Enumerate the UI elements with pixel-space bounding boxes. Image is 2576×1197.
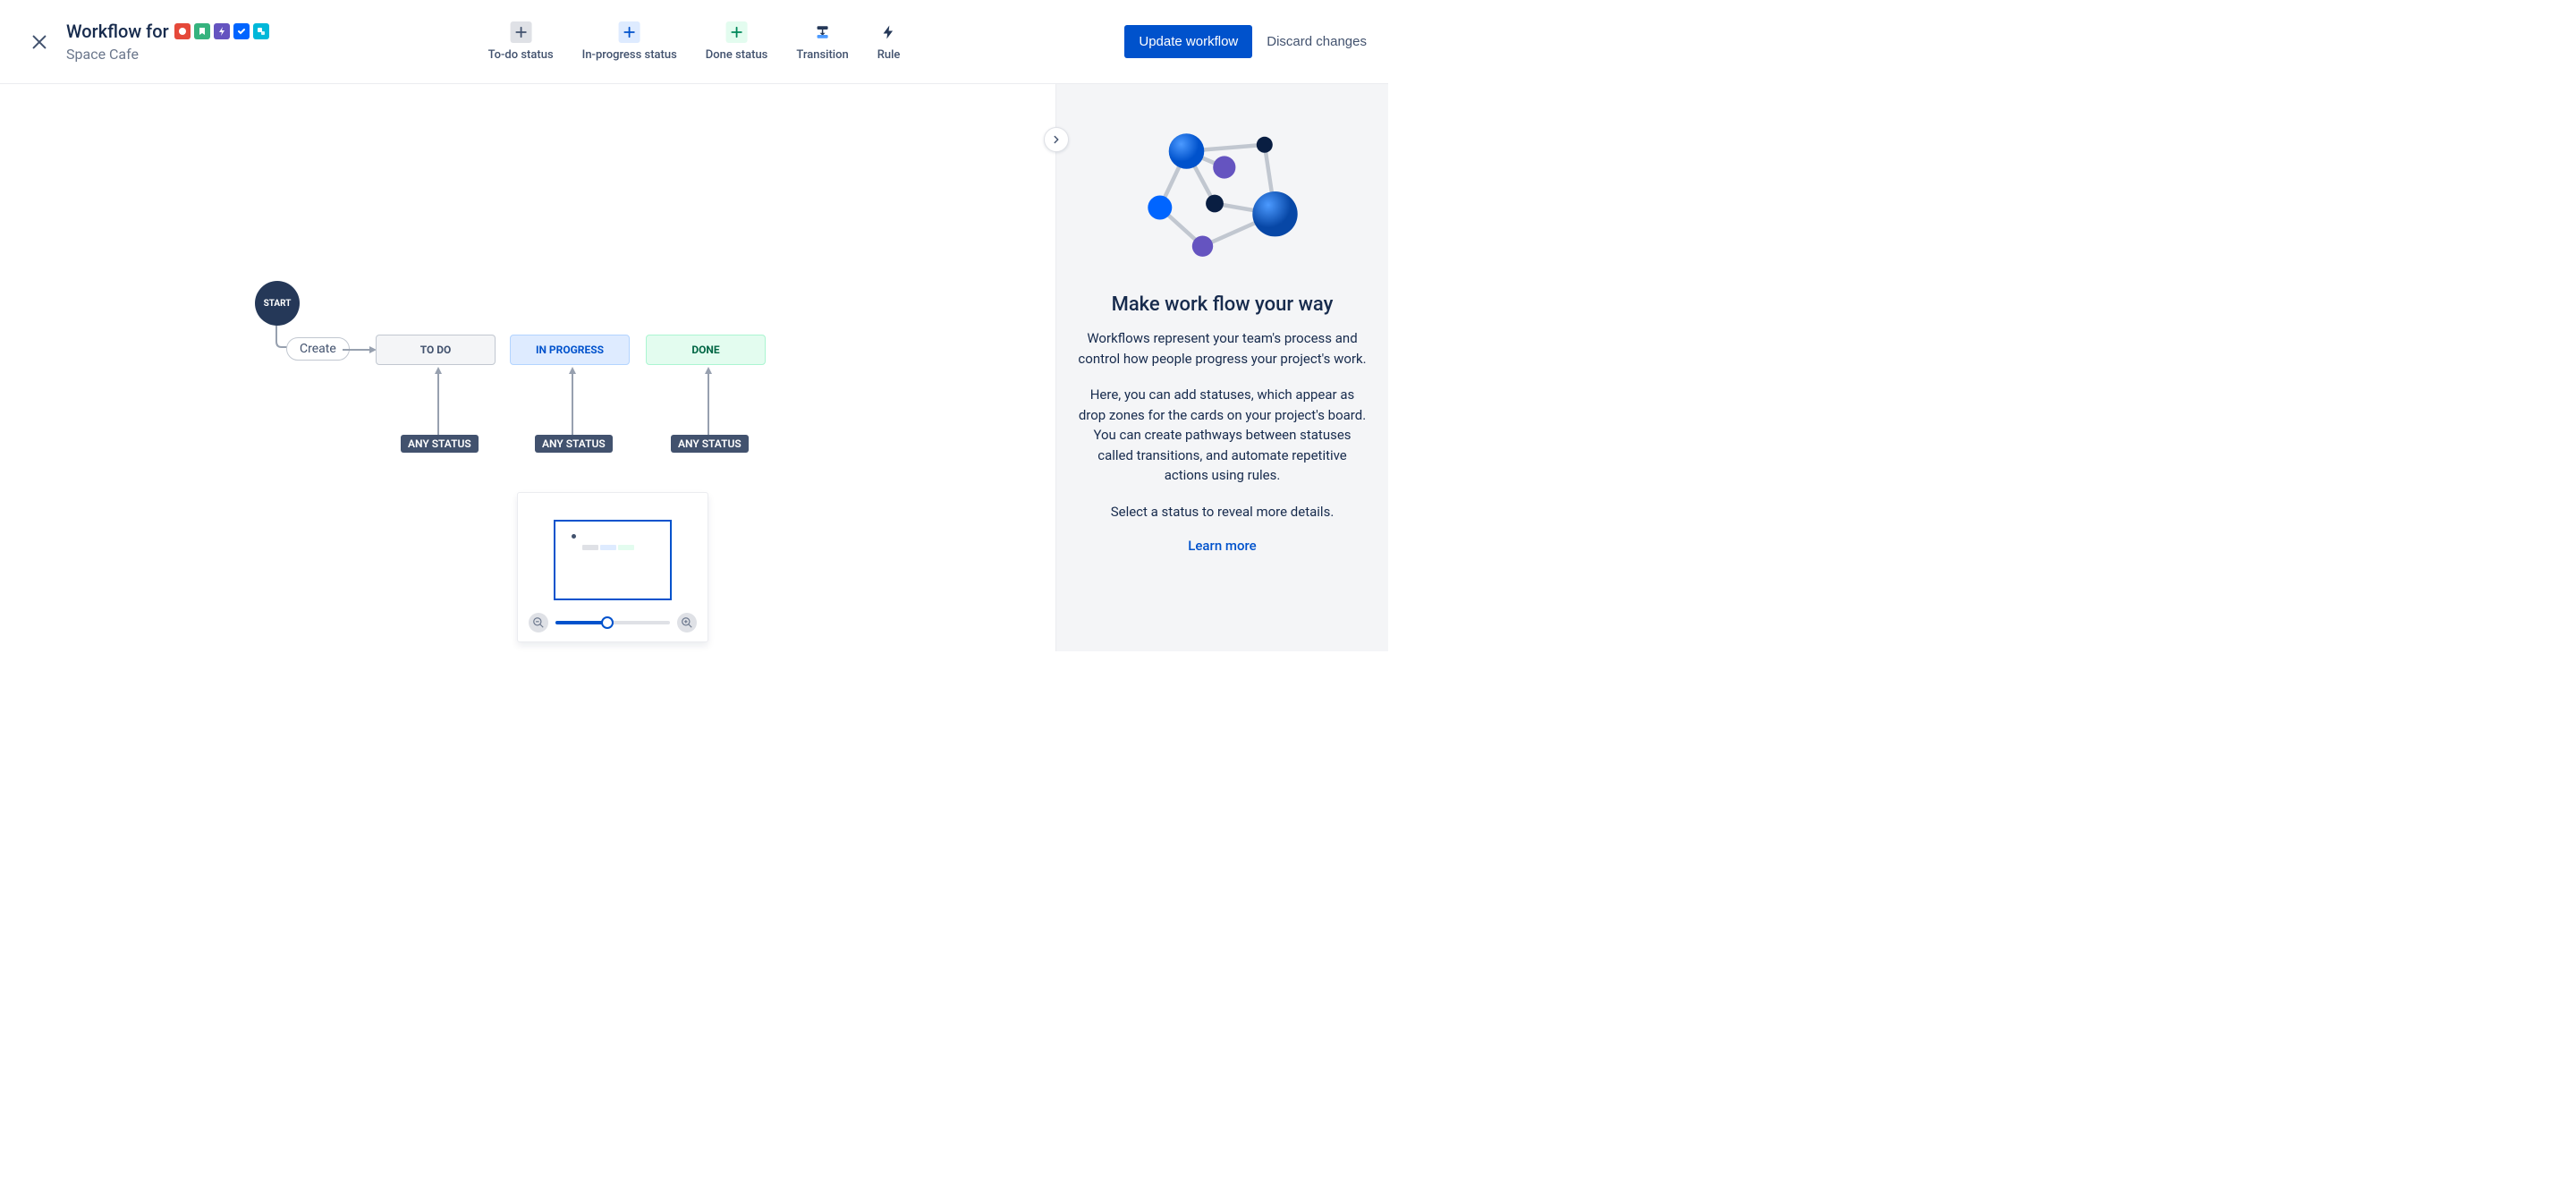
create-to-todo-arrow — [343, 345, 378, 354]
collapse-panel-button[interactable] — [1044, 127, 1069, 152]
minimap-viewport[interactable] — [554, 520, 672, 600]
plus-icon — [619, 21, 640, 43]
workflow-toolbar: To-do status In-progress status Done sta… — [488, 21, 901, 62]
header-actions: Update workflow Discard changes — [1124, 25, 1367, 58]
add-inprogress-status-button[interactable]: In-progress status — [582, 21, 677, 62]
minimap-status — [600, 545, 616, 550]
workflow-editor-header: Workflow for Space Cafe To-do status In-… — [0, 0, 1388, 84]
global-transition-badge[interactable]: ANY STATUS — [671, 435, 749, 453]
epic-icon — [214, 23, 230, 39]
story-icon — [194, 23, 210, 39]
status-node-done[interactable]: DONE — [646, 335, 766, 365]
editor-body: START Create TO DO IN PROGRESS DONE — [63, 84, 1388, 651]
create-transition-label[interactable]: Create — [286, 337, 350, 361]
zoom-slider-thumb[interactable] — [601, 616, 614, 629]
zoom-slider[interactable] — [555, 621, 670, 624]
add-transition-button[interactable]: Transition — [796, 21, 848, 62]
close-button[interactable] — [21, 24, 57, 60]
minimap-status — [618, 545, 634, 550]
minimap-start-node — [572, 534, 576, 539]
add-rule-button[interactable]: Rule — [877, 21, 901, 62]
zoom-out-button[interactable] — [529, 613, 548, 632]
panel-paragraph: Select a status to reveal more details. — [1111, 502, 1335, 522]
close-icon — [30, 32, 49, 52]
global-transition-badge[interactable]: ANY STATUS — [401, 435, 479, 453]
issue-type-icons — [174, 23, 269, 39]
status-node-todo[interactable]: TO DO — [376, 335, 496, 365]
minimap-status — [582, 545, 598, 550]
project-name: Space Cafe — [66, 46, 269, 63]
title-block: Workflow for Space Cafe — [66, 21, 269, 63]
start-node[interactable]: START — [255, 281, 300, 326]
info-panel: Make work flow your way Workflows repres… — [1055, 84, 1388, 651]
global-transition-badge[interactable]: ANY STATUS — [535, 435, 613, 453]
add-todo-status-button[interactable]: To-do status — [488, 21, 554, 62]
discard-changes-button[interactable]: Discard changes — [1267, 34, 1367, 49]
panel-paragraph: Here, you can add statuses, which appear… — [1078, 385, 1367, 486]
task-icon — [233, 23, 250, 39]
minimap — [517, 492, 708, 642]
page-title: Workflow for — [66, 21, 169, 42]
workflow-illustration — [1142, 123, 1303, 276]
global-transition-arrow — [568, 365, 577, 435]
subtask-icon — [253, 23, 269, 39]
plus-icon — [510, 21, 531, 43]
learn-more-link[interactable]: Learn more — [1188, 538, 1256, 554]
global-transition-arrow — [434, 365, 443, 435]
rule-icon — [878, 21, 900, 43]
transition-icon — [812, 21, 834, 43]
bug-icon — [174, 23, 191, 39]
workflow-canvas[interactable]: START Create TO DO IN PROGRESS DONE — [63, 84, 1055, 651]
zoom-controls — [527, 609, 699, 632]
panel-title: Make work flow your way — [1112, 293, 1334, 316]
zoom-in-button[interactable] — [677, 613, 697, 632]
update-workflow-button[interactable]: Update workflow — [1124, 25, 1252, 58]
add-done-status-button[interactable]: Done status — [706, 21, 768, 62]
global-transition-arrow — [704, 365, 713, 435]
panel-paragraph: Workflows represent your team's process … — [1078, 328, 1367, 369]
status-node-inprogress[interactable]: IN PROGRESS — [510, 335, 630, 365]
plus-icon — [726, 21, 748, 43]
chevron-right-icon — [1050, 133, 1063, 146]
